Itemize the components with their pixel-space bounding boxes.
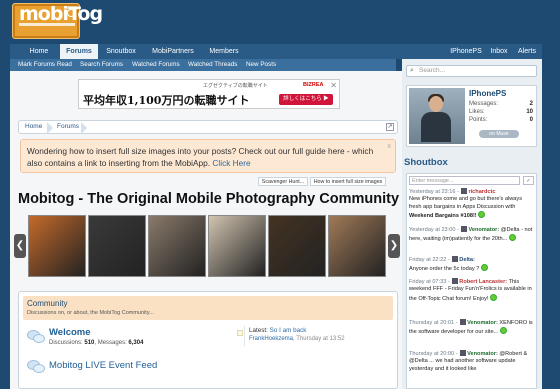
smile-icon: [499, 327, 507, 335]
profile-likes: Likes: 10: [469, 109, 533, 115]
forum-chat-icon: [27, 360, 45, 374]
tab-snoutbox[interactable]: Snoutbox: [100, 44, 142, 59]
latest-thread-link[interactable]: So I am back: [270, 327, 307, 334]
mini-tab-scavenger-hunt[interactable]: Scavenger Hunt...: [258, 177, 308, 186]
shoutbox-title: Shoutbox: [404, 157, 448, 168]
ad-banner[interactable]: エグゼクティブの転職サイト BIZREA 平均年収1,100万円の転職サイト 詳…: [78, 79, 340, 109]
notice-banner: Wondering how to insert full size images…: [20, 139, 396, 173]
shout-user[interactable]: Venomator:: [468, 227, 499, 233]
forum-stats: Discussions: 510, Messages: 6,304: [49, 340, 144, 346]
search-forums-link[interactable]: Search Forums: [80, 59, 123, 71]
category-title[interactable]: Community: [27, 299, 67, 308]
profile-name[interactable]: IPhonePS: [469, 89, 506, 98]
smile-icon: [478, 211, 486, 219]
gallery-prev-icon[interactable]: ❮: [14, 234, 26, 258]
shout-input[interactable]: Enter message...: [409, 176, 520, 185]
tab-mobipartners[interactable]: MobiPartners: [146, 44, 200, 59]
site-header: mobiTog: [0, 0, 560, 44]
search-icon: ⌕: [410, 67, 414, 74]
ad-brand: BIZREA: [303, 82, 324, 88]
ad-headline: 平均年収1,100万円の転職サイト: [83, 94, 250, 107]
forum-list: Community Discussions on, or about, the …: [18, 291, 398, 389]
latest-post: Latest: So I am back FrankHoekzema, Thur…: [244, 326, 392, 346]
photo-gallery: ❮ ❯: [14, 215, 400, 277]
shout-user[interactable]: Delta:: [459, 257, 475, 263]
mark-forums-read-link[interactable]: Mark Forums Read: [18, 59, 72, 71]
latest-user-link[interactable]: FrankHoekzema: [249, 336, 293, 342]
shoutbox: Enter message... ✓ Yesterday at 23:16 - …: [406, 173, 537, 389]
forum-chat-icon: [27, 330, 45, 344]
smile-icon: [480, 264, 488, 272]
notice-link[interactable]: Click Here: [212, 158, 250, 168]
jump-up-icon[interactable]: ↗: [386, 123, 394, 131]
breadcrumb-separator-icon: [81, 122, 87, 134]
logo-underline: [19, 23, 75, 26]
shout-user[interactable]: Venomator:: [467, 351, 498, 357]
nav-alerts[interactable]: Alerts: [514, 44, 540, 59]
nav-user-iphoneps[interactable]: IPhonePS: [448, 44, 484, 59]
main-nav: Home Forums Snoutbox MobiPartners Member…: [10, 44, 542, 59]
gallery-next-icon[interactable]: ❯: [388, 234, 400, 258]
forum-title-welcome[interactable]: Welcome: [49, 327, 91, 338]
nav-inbox[interactable]: Inbox: [486, 44, 512, 59]
breadcrumb-separator-icon: [47, 122, 53, 134]
forum-title-live-feed[interactable]: Mobitog LIVE Event Feed: [49, 360, 157, 371]
category-header: Community Discussions on, or about, the …: [23, 296, 393, 320]
page-title: Mobitog - The Original Mobile Photograph…: [18, 191, 400, 207]
breadcrumb-forums[interactable]: Forums: [57, 121, 79, 133]
breadcrumb: Home Forums ↗: [18, 120, 398, 134]
notice-close-icon[interactable]: x: [388, 143, 392, 150]
gallery-photo[interactable]: [208, 215, 266, 277]
shout-message: Friday at 07:33 - Robert Lancaster: This…: [409, 278, 532, 302]
smile-icon: [490, 293, 498, 301]
shout-message: Friday at 22:22 - Delta: Anyone order th…: [409, 256, 535, 274]
ad-tagline: エグゼクティブの転職サイト: [203, 83, 268, 89]
shout-message: Yesterday at 23:16 - richardctc New iPho…: [409, 188, 523, 220]
profile-card: IPhonePS Messages: 2 Likes: 10 Points: 0 no…: [406, 85, 537, 147]
sidebar: ⌕ Search... IPhonePS Messages: 2 Likes: 10…: [402, 59, 542, 389]
mini-tab-full-size-images[interactable]: How to insert full size images: [310, 177, 386, 186]
shout-user[interactable]: Venomator:: [467, 320, 498, 326]
shout-user[interactable]: richardctc: [468, 189, 495, 195]
smile-icon: [508, 234, 516, 242]
profile-button[interactable]: no Muse: [479, 130, 519, 138]
search-placeholder: Search...: [419, 67, 446, 74]
category-description: Discussions on, or about, the MobiTog Co…: [27, 310, 154, 316]
shout-message: Thursday at 20:00 - Venomator: @Robert &…: [409, 350, 528, 372]
notice-text: Wondering how to insert full size images…: [27, 146, 374, 168]
avatar[interactable]: [409, 88, 465, 144]
latest-post-icon: [237, 330, 243, 336]
logo-text: mobiTog: [19, 3, 103, 25]
main-content: エグゼクティブの転職サイト BIZREA 平均年収1,100万円の転職サイト 詳…: [10, 71, 402, 389]
profile-points: Points: 0: [469, 117, 533, 123]
shout-send-button[interactable]: ✓: [523, 176, 534, 185]
site-logo[interactable]: mobiTog: [12, 3, 103, 39]
ad-cta-button[interactable]: 詳しくはこちら ▶: [279, 94, 333, 105]
search-input[interactable]: ⌕ Search...: [406, 65, 537, 77]
breadcrumb-home[interactable]: Home: [25, 121, 42, 133]
shout-user[interactable]: Robert Lancaster:: [459, 279, 507, 285]
shout-message: Yesterday at 23:00 - Venomator: @Delta -…: [409, 226, 533, 243]
ad-close-icon[interactable]: ✕: [330, 81, 337, 90]
tab-members[interactable]: Members: [204, 44, 244, 59]
tab-forums[interactable]: Forums: [60, 44, 98, 59]
gallery-photo[interactable]: [148, 215, 206, 277]
sub-nav: Mark Forums Read Search Forums Watched F…: [10, 59, 396, 71]
new-posts-link[interactable]: New Posts: [246, 59, 276, 71]
profile-messages: Messages: 2: [469, 101, 533, 107]
shout-message: Thursday at 20:01 - Venomator: XENFORO i…: [409, 319, 533, 336]
gallery-photo[interactable]: [28, 215, 86, 277]
gallery-photo[interactable]: [268, 215, 326, 277]
gallery-photo[interactable]: [328, 215, 386, 277]
registered-mark-icon: [67, 9, 75, 17]
gallery-photo[interactable]: [88, 215, 146, 277]
tab-home[interactable]: Home: [20, 44, 58, 59]
watched-forums-link[interactable]: Watched Forums: [132, 59, 180, 71]
watched-threads-link[interactable]: Watched Threads: [188, 59, 237, 71]
